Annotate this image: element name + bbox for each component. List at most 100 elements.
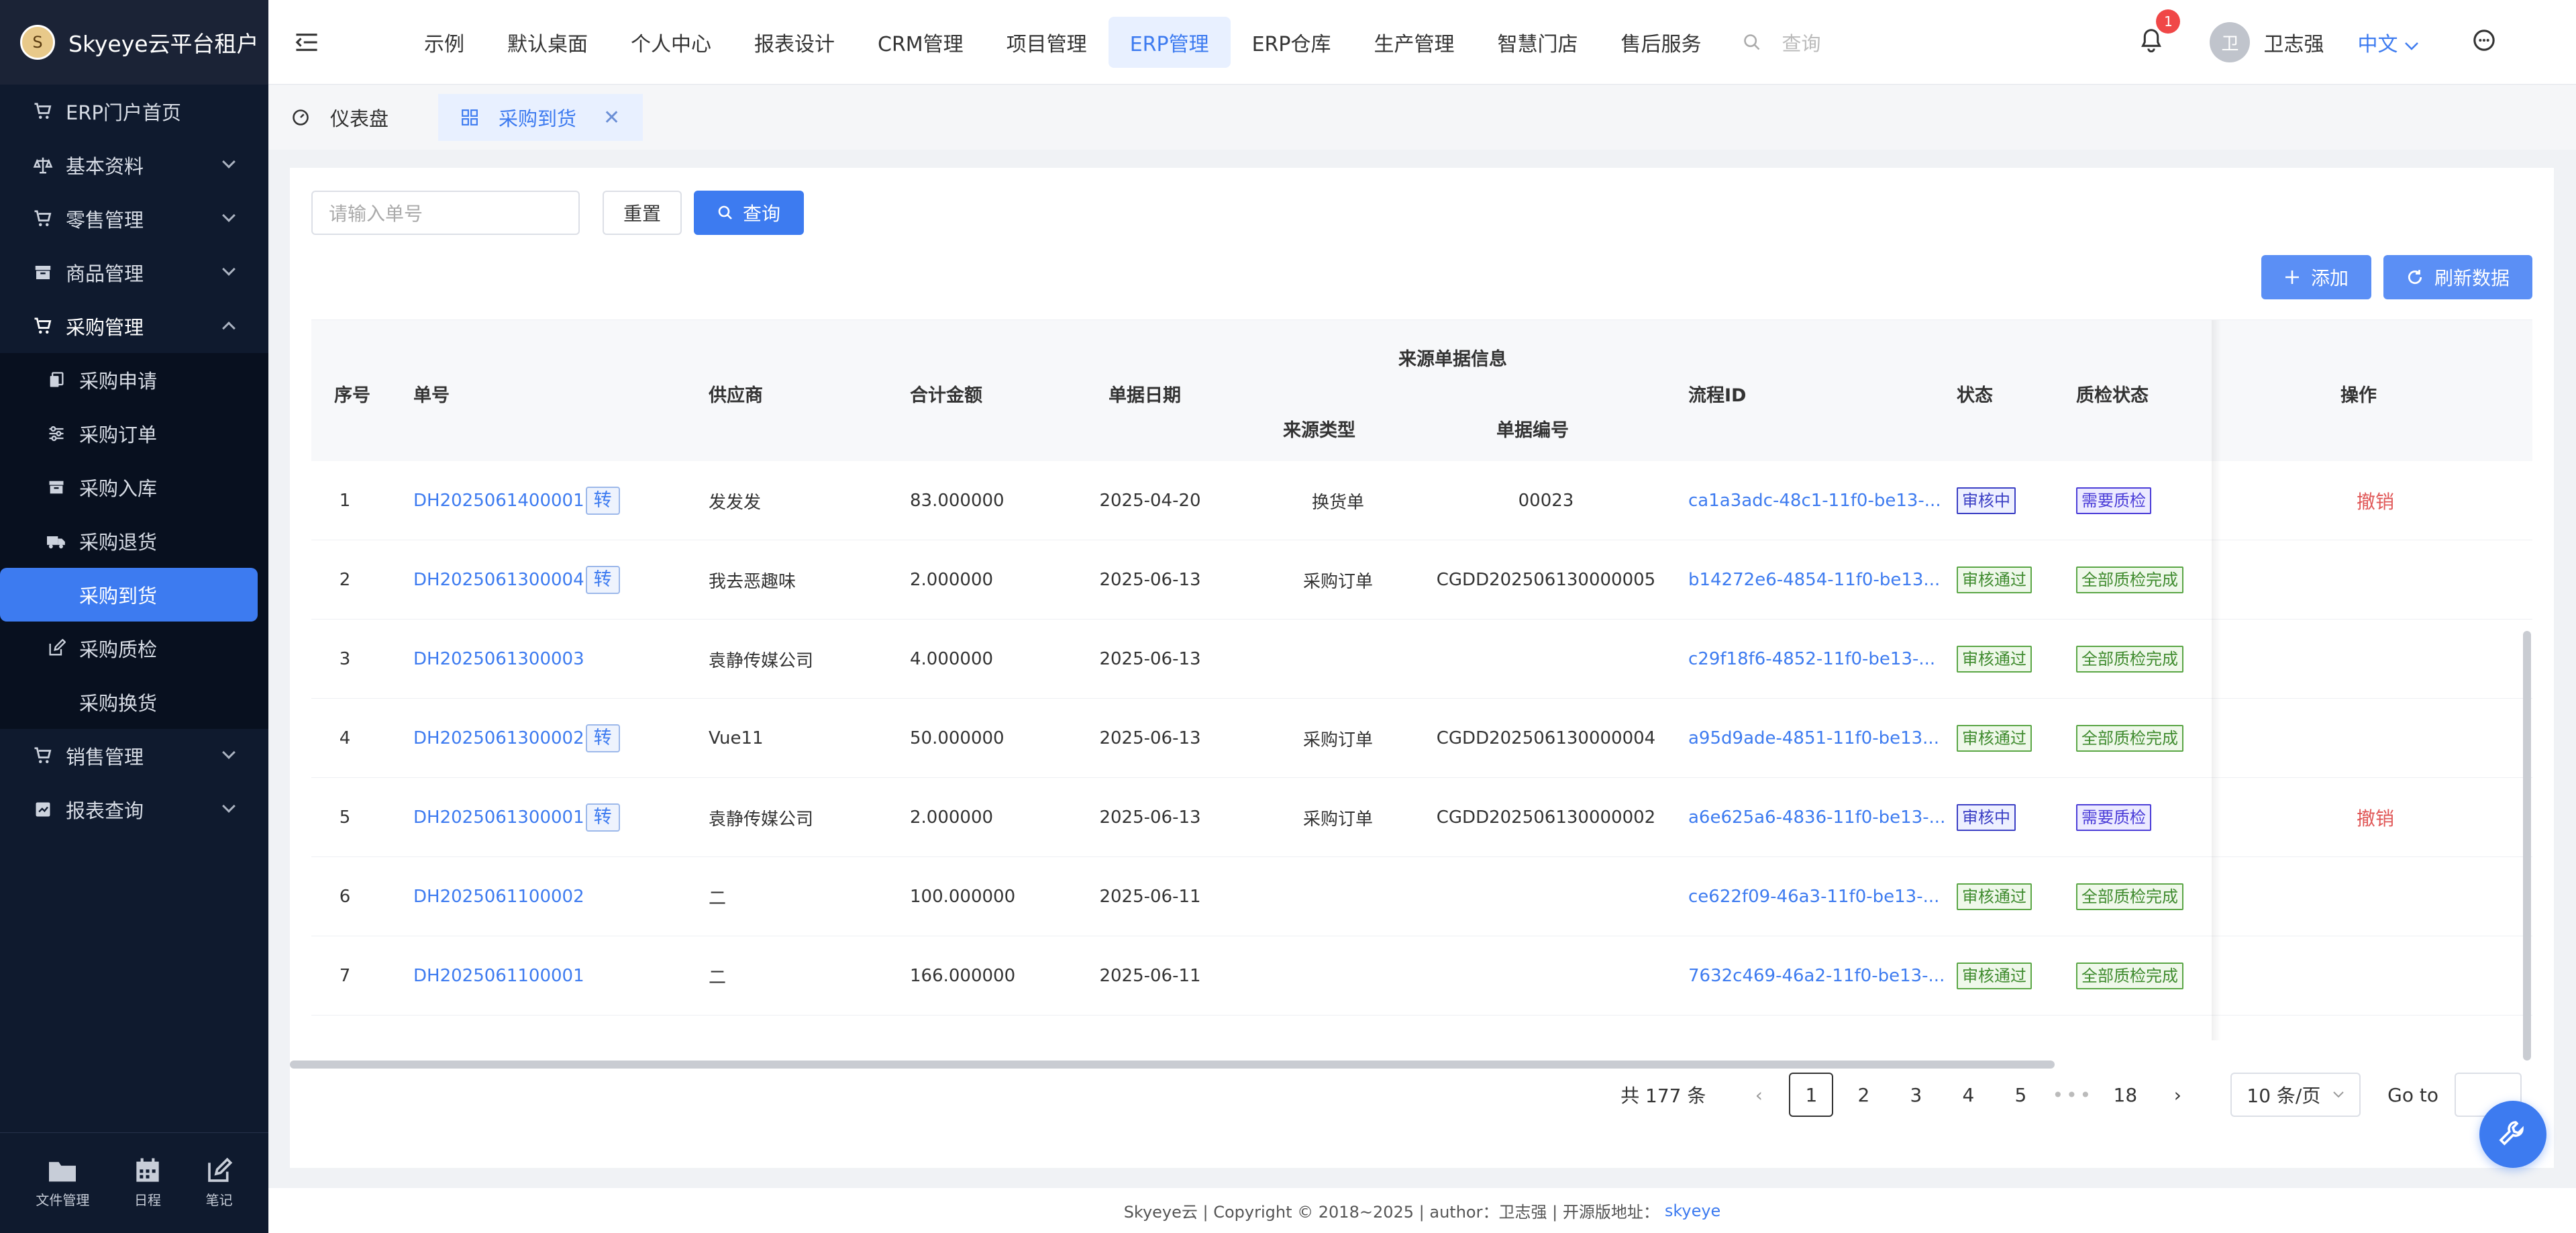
order-no-input[interactable]: 请输入单号 [311, 191, 580, 235]
message-button[interactable] [2473, 29, 2495, 56]
sidebar-item-purchase-request[interactable]: 采购申请 [0, 353, 268, 407]
order-no-link[interactable]: DH2025061300003 [413, 649, 584, 669]
total-count: 共 177 条 [1620, 1085, 1706, 1107]
page-tags-bar: 仪表盘 采购到货 ✕ [268, 85, 2576, 150]
collapse-menu-button[interactable] [295, 32, 336, 52]
horizontal-scrollbar[interactable] [290, 1061, 2055, 1069]
prev-page-button[interactable]: ‹ [1737, 1073, 1781, 1117]
tab-production[interactable]: 生产管理 [1352, 17, 1476, 68]
transfer-button[interactable]: 转 [585, 724, 620, 752]
file-manager-button[interactable]: 文件管理 [36, 1157, 89, 1209]
cell-index-text: 2 [339, 570, 351, 590]
page-ellipsis[interactable]: ••• [2051, 1073, 2095, 1117]
revoke-button[interactable]: 撤销 [2357, 487, 2394, 514]
schedule-button[interactable]: 日程 [134, 1157, 161, 1209]
tab-example[interactable]: 示例 [403, 17, 486, 68]
sidebar-item-basic-data[interactable]: 基本资料 [0, 138, 268, 192]
sidebar-item-purchase[interactable]: 采购管理 [0, 299, 268, 353]
order-no-link[interactable]: DH2025061100001 [413, 966, 584, 986]
table-row[interactable]: 1 DH2025061400001 转发发发 83.000000 2025-04-20 换… [311, 461, 2532, 540]
order-no-link[interactable]: DH2025061300004 [413, 570, 584, 590]
status-badge: 审核通过 [1957, 725, 2032, 752]
table-row[interactable]: 2 DH2025061300004 转我去恶趣味 2.000000 2025-06-13… [311, 540, 2532, 620]
next-page-button[interactable]: › [2155, 1073, 2200, 1117]
order-no-link[interactable]: DH2025061400001 [413, 491, 584, 511]
table-row[interactable]: 5 DH2025061300001 转袁静传媒公司 2.000000 2025-06-1… [311, 778, 2532, 857]
process-id-link[interactable]: c29f18f6-4852-11f0-be13-... [1688, 649, 1935, 669]
process-id-link[interactable]: b14272e6-4854-11f0-be13... [1688, 570, 1940, 590]
language-select[interactable]: 中文 [2357, 28, 2419, 57]
process-id-link[interactable]: ca1a3adc-48c1-11f0-be13-... [1688, 491, 1941, 511]
page-size-select[interactable]: 10 条/页 [2230, 1073, 2361, 1117]
table-row[interactable]: 4 DH2025061300002 转 Vue11 50.000000 2025-06-1… [311, 699, 2532, 778]
close-icon[interactable]: ✕ [603, 106, 620, 130]
sidebar-item-sales[interactable]: 销售管理 [0, 729, 268, 783]
page-4[interactable]: 4 [1946, 1073, 1990, 1117]
vertical-scrollbar[interactable] [2523, 631, 2531, 1061]
table-row[interactable]: 3 DH2025061300003 袁静传媒公司 4.000000 2025-06-13… [311, 620, 2532, 699]
revoke-button[interactable]: 撤销 [2357, 804, 2394, 831]
pagination: 共 177 条 ‹ 1 2 3 4 5 ••• 18 › 10 条/页 Go t… [1620, 1073, 2522, 1117]
process-id-link[interactable]: 7632c469-46a2-11f0-be13-... [1688, 966, 1945, 986]
page-1[interactable]: 1 [1789, 1073, 1834, 1117]
notification-button[interactable]: 1 [2140, 9, 2181, 57]
top-right-tools: 1 卫 卫志强 中文 [2140, 0, 2576, 85]
cell-index: 2 [311, 540, 378, 620]
avatar[interactable]: 卫 [2210, 22, 2251, 62]
add-button[interactable]: 添加 [2261, 255, 2371, 299]
tag-dashboard[interactable]: 仪表盘 [268, 94, 411, 141]
sidebar-item-goods[interactable]: 商品管理 [0, 246, 268, 299]
tab-report-design[interactable]: 报表设计 [733, 17, 856, 68]
tab-personal-center[interactable]: 个人中心 [609, 17, 733, 68]
cell-index: 1 [311, 461, 378, 540]
sidebar-item-purchase-return[interactable]: 采购退货 [0, 514, 268, 568]
app-logo[interactable]: S Skyeye云平台租户 [0, 0, 268, 85]
tab-smart-store[interactable]: 智慧门店 [1476, 17, 1599, 68]
process-id-link[interactable]: a6e625a6-4836-11f0-be13-... [1688, 807, 1945, 828]
page-2[interactable]: 2 [1841, 1073, 1886, 1117]
table-row[interactable]: 6 DH2025061100002 二 100.000000 2025-06-11 ce6… [311, 857, 2532, 936]
transfer-button[interactable]: 转 [585, 803, 620, 832]
sidebar-item-purchase-order[interactable]: 采购订单 [0, 407, 268, 460]
reset-button[interactable]: 重置 [603, 191, 682, 235]
cell-date: 2025-06-13 [1049, 620, 1251, 699]
cell-date: 2025-04-20 [1049, 461, 1251, 540]
order-no-link[interactable]: DH2025061300002 [413, 728, 584, 748]
sidebar-item-purchase-inbound[interactable]: 采购入库 [0, 460, 268, 514]
order-no-link[interactable]: DH2025061300001 [413, 807, 584, 828]
notes-button[interactable]: 笔记 [206, 1157, 233, 1209]
footer-link[interactable]: skyeye [1665, 1201, 1720, 1220]
page-last[interactable]: 18 [2103, 1073, 2147, 1117]
tab-project[interactable]: 项目管理 [985, 17, 1109, 68]
order-no-link[interactable]: DH2025061100002 [413, 887, 584, 907]
process-id-link[interactable]: a95d9ade-4851-11f0-be13... [1688, 728, 1939, 748]
process-id-link[interactable]: ce622f09-46a3-11f0-be13-... [1688, 887, 1939, 907]
user-name[interactable]: 卫志强 [2263, 28, 2324, 57]
report-icon [32, 799, 54, 820]
tab-erp[interactable]: ERP管理 [1108, 16, 1231, 68]
sidebar-item-purchase-arrival[interactable]: 采购到货 [0, 568, 258, 622]
sidebar-item-purchase-qc[interactable]: 采购质检 [0, 622, 268, 675]
sidebar-bottom-tools: 文件管理 日程 笔记 [0, 1132, 268, 1233]
sidebar-item-retail[interactable]: 零售管理 [0, 192, 268, 246]
cell-status: 审核中 [1957, 461, 2064, 540]
tab-crm[interactable]: CRM管理 [856, 17, 985, 68]
table-row[interactable]: 7 DH2025061100001 二 166.000000 2025-06-11 763… [311, 936, 2532, 1016]
sidebar-item-reports[interactable]: 报表查询 [0, 783, 268, 836]
page-3[interactable]: 3 [1894, 1073, 1938, 1117]
tab-erp-warehouse[interactable]: ERP仓库 [1231, 17, 1353, 68]
global-search[interactable]: 查询 [1743, 28, 1820, 56]
sidebar-item-erp-home[interactable]: ERP门户首页 [0, 85, 268, 138]
tools-fab-button[interactable] [2479, 1101, 2546, 1168]
sidebar-item-purchase-exchange[interactable]: 采购换货 [0, 675, 268, 729]
tab-default-desktop[interactable]: 默认桌面 [486, 17, 609, 68]
cell-source-no [1425, 857, 1667, 936]
refresh-button[interactable]: 刷新数据 [2383, 255, 2532, 299]
query-button[interactable]: 查询 [694, 191, 804, 235]
tab-after-sales[interactable]: 售后服务 [1599, 17, 1722, 68]
tag-current-page[interactable]: 采购到货 ✕ [438, 94, 643, 141]
transfer-button[interactable]: 转 [585, 487, 620, 515]
page-5[interactable]: 5 [1998, 1073, 2043, 1117]
transfer-button[interactable]: 转 [585, 566, 620, 594]
cell-index: 5 [311, 778, 378, 857]
